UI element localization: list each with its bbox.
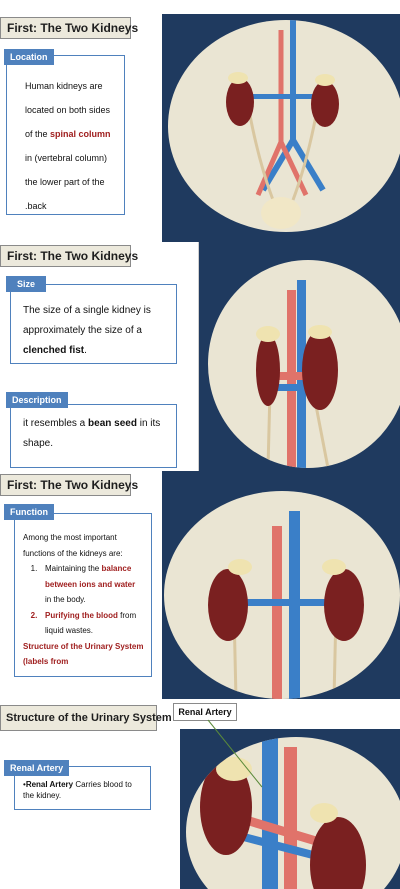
text-line: The size of a single kidney is <box>23 305 151 316</box>
text-line: approximately the size of a <box>23 325 142 336</box>
text-line: of the spinal column <box>25 129 111 139</box>
slide-structure: Structure of the Urinary System Renal Ar… <box>0 699 400 889</box>
kidney-illustration <box>164 491 400 699</box>
text-line: shape. <box>23 438 54 449</box>
location-box: Human kidneys are located on both sides … <box>6 55 125 215</box>
slide-title: First: The Two Kidneys <box>0 474 138 496</box>
urinary-system-illustration <box>168 20 400 232</box>
description-box: it resembles a bean seed in its shape. <box>10 404 177 468</box>
slide-location: First: The Two Kidneys Human kidneys are… <box>0 14 400 242</box>
slide-function: First: The Two Kidneys Among the most im… <box>0 471 400 699</box>
text-line: Human kidneys are <box>25 81 103 91</box>
slide-title: First: The Two Kidneys <box>0 245 138 267</box>
text-line: functions of the kidneys are: <box>23 548 123 558</box>
description-tag: Description <box>6 392 68 408</box>
function-tag: Function <box>4 504 54 520</box>
function-item-1: 1. Maintaining the balance between ions … <box>30 564 136 604</box>
text-line: the lower part of the <box>25 177 105 187</box>
text-line: it resembles a bean seed in its <box>23 418 161 429</box>
function-item-2: 2. Purifying the blood from liquid waste… <box>30 610 137 636</box>
slide-size-description: First: The Two Kidneys The size of a sin… <box>0 242 400 471</box>
location-tag: Location <box>4 49 54 65</box>
footer-text: (labels from <box>23 657 69 666</box>
function-box: Among the most important functions of th… <box>14 513 152 677</box>
text-line: clenched fist. <box>23 345 87 356</box>
kidney-illustration <box>208 260 400 468</box>
text-line: Among the most important <box>23 533 117 542</box>
bold-text: bean seed <box>88 418 137 429</box>
size-box: The size of a single kidney is approxima… <box>10 284 177 364</box>
text-line: in (vertebral column) <box>25 153 108 163</box>
highlight-text: spinal column <box>50 129 111 139</box>
size-tag: Size <box>6 276 46 292</box>
top-bar <box>0 0 400 15</box>
footer-text: Structure of the Urinary System <box>23 641 144 651</box>
text-line: located on both sides <box>25 105 111 115</box>
callout-line <box>207 719 263 788</box>
text-line: .back <box>25 201 47 211</box>
slide-title: First: The Two Kidneys <box>0 17 138 39</box>
bold-text: clenched fist <box>23 345 85 356</box>
